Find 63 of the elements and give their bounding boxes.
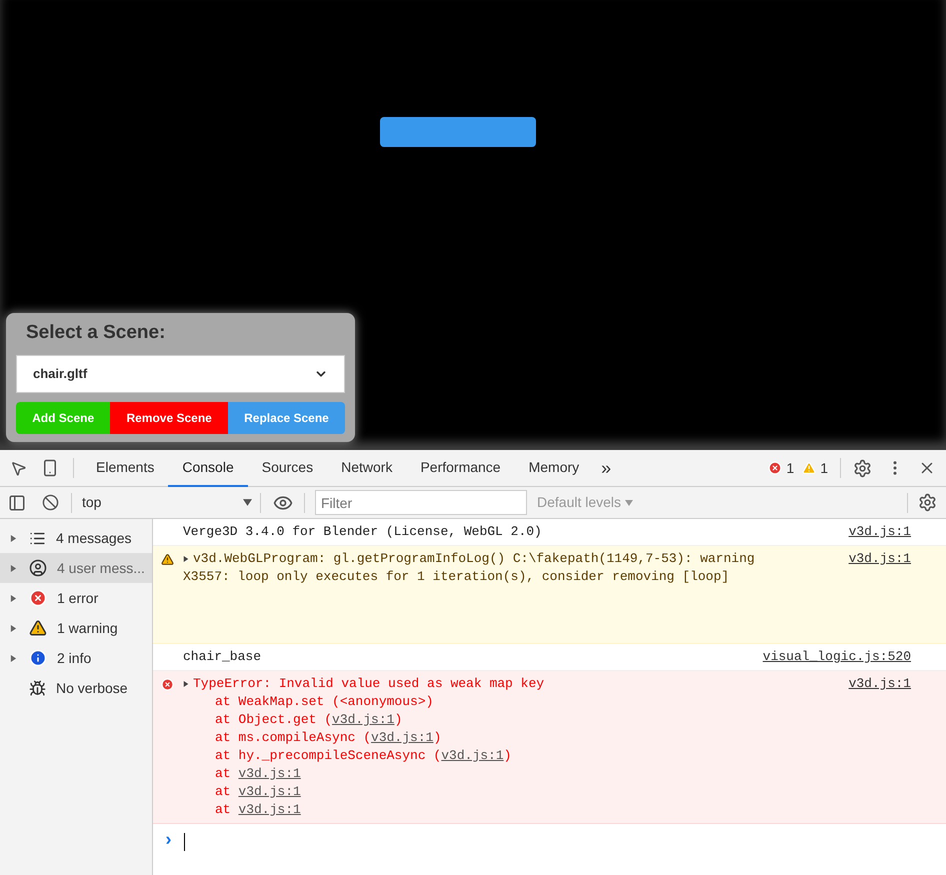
source-link[interactable]: v3d.js:1	[441, 747, 504, 765]
sidebar-item[interactable]: 1 error	[0, 583, 152, 613]
source-link[interactable]: v3d.js:1	[238, 783, 301, 801]
warning-icon	[161, 553, 174, 566]
message-text: Verge3D 3.4.0 for Blender (License, WebGL 2.0)	[183, 523, 542, 541]
error-icon	[161, 678, 174, 691]
source-link[interactable]: v3d.js:1	[371, 729, 434, 747]
sidebar-toggle-icon[interactable]	[8, 494, 26, 512]
warning-icon	[802, 461, 816, 475]
source-link[interactable]: v3d.js:1	[848, 550, 911, 639]
filter-field[interactable]: Filter	[315, 490, 527, 515]
stack-frame: )	[394, 711, 402, 729]
user-icon	[29, 559, 47, 577]
context-select[interactable]: top	[82, 492, 252, 513]
more-tabs-button[interactable]: »	[593, 454, 620, 482]
error-count: 1	[786, 458, 794, 478]
message-text: TypeError: Invalid value used as weak map key	[193, 675, 544, 693]
devtools-tab[interactable]: Memory	[514, 450, 594, 486]
clear-icon[interactable]	[42, 494, 59, 511]
settings-icon[interactable]	[853, 458, 872, 478]
stack-frame: at hy._precompileSceneAsync (	[215, 747, 442, 765]
stack-frame: at	[215, 783, 238, 801]
stack-frame: at ms.compileAsync (	[215, 729, 372, 747]
sidebar-item[interactable]: 1 warning	[0, 613, 152, 643]
source-link[interactable]: v3d.js:1	[238, 801, 301, 819]
source-link[interactable]: visual_logic.js:520	[762, 648, 911, 666]
dropdown-caret-icon	[243, 498, 252, 507]
error-icon	[768, 461, 782, 475]
stack-frame: at	[215, 801, 238, 819]
scene-select[interactable]: chair.gltf	[16, 355, 345, 393]
stack-frame: at WeakMap.set (<anonymous>)	[215, 693, 434, 711]
info-icon	[29, 649, 47, 667]
devtools-tab[interactable]: Performance	[406, 450, 515, 486]
warning-count: 1	[820, 458, 828, 478]
warning-icon	[29, 619, 47, 637]
scene-button[interactable]: Remove Scene	[110, 402, 228, 434]
sidebar-item[interactable]: No verbose	[0, 673, 152, 703]
devtools-tab[interactable]: Elements	[82, 450, 168, 486]
stack-frame: at Object.get (	[215, 711, 332, 729]
inspect-icon[interactable]	[10, 460, 27, 476]
error-icon	[29, 589, 47, 607]
devtools-tab[interactable]: Sources	[248, 450, 328, 486]
stack-frame: at	[215, 765, 238, 783]
message-text: v3d.WebGLProgram: gl.getProgramInfoLog() C:\fakepath(1149,7-53): warning	[193, 550, 755, 568]
stack-frame: )	[504, 747, 512, 765]
source-link[interactable]: v3d.js:1	[848, 523, 911, 541]
sidebar-item[interactable]: 4 user mess...	[0, 553, 152, 583]
dropdown-caret-icon	[625, 498, 634, 506]
bug-icon	[29, 680, 46, 696]
stack-frame: )	[433, 729, 442, 747]
prompt-icon: ›	[163, 828, 174, 855]
source-link[interactable]: v3d.js:1	[332, 711, 394, 729]
settings-icon[interactable]	[918, 493, 937, 512]
sidebar-item[interactable]: 2 info	[0, 643, 152, 673]
text-cursor	[184, 832, 185, 850]
device-icon[interactable]	[41, 459, 59, 477]
message-text: chair_base	[183, 648, 262, 666]
source-link[interactable]: v3d.js:1	[848, 675, 911, 819]
message-text: X3557: loop only executes for 1 iteration(s), consider removing [loop]	[183, 568, 730, 586]
panel-title: Select a Scene:	[25, 320, 166, 344]
source-link[interactable]: v3d.js:1	[238, 765, 301, 783]
sidebar-item[interactable]: 4 messages	[0, 523, 152, 553]
devtools-tab[interactable]: Network	[327, 450, 406, 486]
